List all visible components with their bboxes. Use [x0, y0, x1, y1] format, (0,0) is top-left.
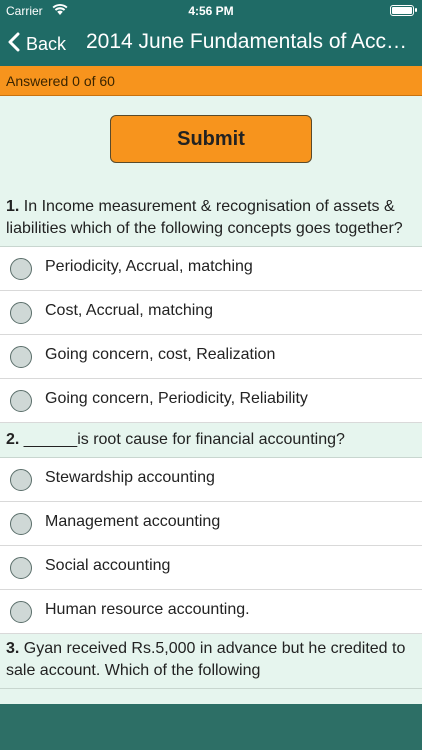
- radio-unchecked-icon[interactable]: [10, 346, 32, 368]
- submit-section: Submit: [0, 96, 422, 192]
- option-label: Management accounting: [45, 513, 221, 530]
- question-body: Gyan received Rs.5,000 in advance but he…: [6, 640, 406, 679]
- battery-icon: [390, 5, 417, 16]
- radio-unchecked-icon[interactable]: [10, 557, 32, 579]
- page-title: 2014 June Fundamentals of Accounting: [86, 30, 414, 53]
- back-label: Back: [26, 33, 67, 54]
- radio-unchecked-icon[interactable]: [10, 258, 32, 280]
- option-1c[interactable]: Going concern, cost, Realization: [0, 335, 422, 379]
- option-1b[interactable]: Cost, Accrual, matching: [0, 291, 422, 335]
- option-2a[interactable]: Stewardship accounting: [0, 458, 422, 502]
- radio-unchecked-icon[interactable]: [10, 390, 32, 412]
- question-number: 3.: [6, 640, 20, 657]
- question-text: 3. Gyan received Rs.5,000 in advance but…: [0, 634, 422, 689]
- question-body: ______is root cause for financial accoun…: [23, 431, 345, 448]
- question-body: In Income measurement & recognisation of…: [6, 198, 403, 237]
- option-label: Going concern, cost, Realization: [45, 346, 276, 363]
- status-time: 4:56 PM: [188, 4, 234, 18]
- option-2b[interactable]: Management accounting: [0, 502, 422, 546]
- submit-button[interactable]: Submit: [110, 115, 312, 163]
- chevron-left-icon: [8, 32, 26, 57]
- question-number: 2.: [6, 431, 20, 448]
- questions-scroll-area[interactable]: Submit 1. In Income measurement & recogn…: [0, 96, 422, 704]
- option-1a[interactable]: Periodicity, Accrual, matching: [0, 247, 422, 291]
- option-label: Cost, Accrual, matching: [45, 302, 214, 319]
- back-button[interactable]: Back: [8, 28, 66, 60]
- option-1d[interactable]: Going concern, Periodicity, Reliability: [0, 379, 422, 423]
- bottom-bar: [0, 704, 422, 750]
- option-label: Going concern, Periodicity, Reliability: [45, 390, 308, 407]
- option-label: Human resource accounting.: [45, 601, 250, 618]
- radio-unchecked-icon[interactable]: [10, 469, 32, 491]
- answered-progress-bar: Answered 0 of 60: [0, 66, 422, 96]
- question-text: 1. In Income measurement & recognisation…: [0, 192, 422, 247]
- question-1: 1. In Income measurement & recognisation…: [0, 192, 422, 423]
- option-2d[interactable]: Human resource accounting.: [0, 590, 422, 634]
- answered-count: Answered 0 of 60: [6, 73, 115, 89]
- option-label: Social accounting: [45, 557, 171, 574]
- question-3: 3. Gyan received Rs.5,000 in advance but…: [0, 634, 422, 689]
- question-text: 2. ______is root cause for financial acc…: [0, 423, 422, 458]
- navigation-bar: Back 2014 June Fundamentals of Accountin…: [0, 22, 422, 66]
- question-number: 1.: [6, 198, 20, 215]
- radio-unchecked-icon[interactable]: [10, 302, 32, 324]
- radio-unchecked-icon[interactable]: [10, 513, 32, 535]
- question-2: 2. ______is root cause for financial acc…: [0, 423, 422, 634]
- app-header: Carrier 4:56 PM Back 2014 June Fundament…: [0, 0, 422, 66]
- status-bar: Carrier 4:56 PM: [0, 0, 422, 22]
- option-label: Stewardship accounting: [45, 469, 215, 486]
- option-label: Periodicity, Accrual, matching: [45, 258, 253, 275]
- option-2c[interactable]: Social accounting: [0, 546, 422, 590]
- radio-unchecked-icon[interactable]: [10, 601, 32, 623]
